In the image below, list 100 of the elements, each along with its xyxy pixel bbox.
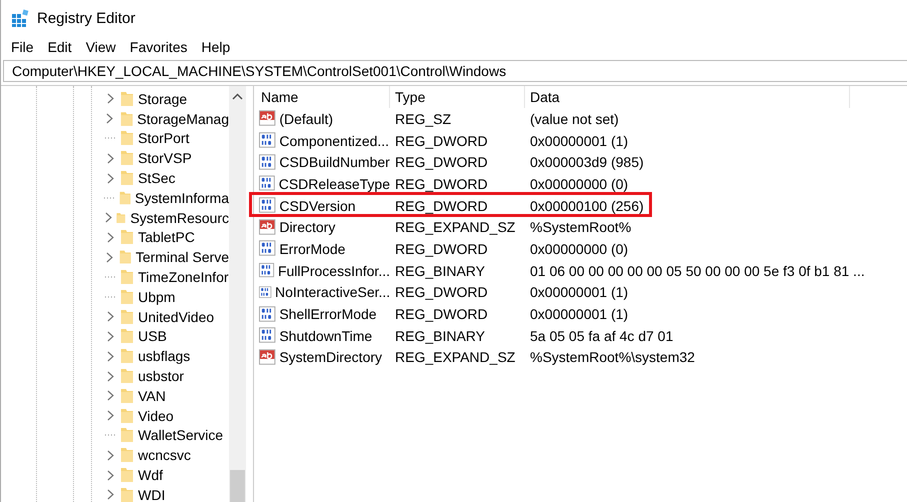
value-type: REG_DWORD xyxy=(394,198,489,214)
tree-item[interactable]: VAN xyxy=(138,388,166,404)
folder-icon xyxy=(120,170,134,186)
folder-icon xyxy=(120,408,134,424)
value-name[interactable]: CSDReleaseType xyxy=(278,176,390,192)
value-type: REG_SZ xyxy=(394,110,452,127)
chevron-icon[interactable] xyxy=(106,390,114,402)
scroll-thumb[interactable] xyxy=(230,470,245,502)
column-header[interactable]: Data xyxy=(525,86,850,108)
chevron-icon[interactable] xyxy=(106,93,114,104)
value-data: 0x00000000 (0) xyxy=(529,240,630,257)
text-value-icon xyxy=(259,348,276,366)
tree-line-icon xyxy=(105,137,115,140)
folder-icon xyxy=(120,388,134,404)
tree-item[interactable]: StorageManag xyxy=(137,110,229,127)
menu-item[interactable]: File xyxy=(11,39,34,55)
tree-item[interactable]: wcncsvc xyxy=(138,447,191,464)
value-name[interactable]: Componentized... xyxy=(278,132,390,149)
value-data: (value not set) xyxy=(529,110,620,127)
tree-item[interactable]: StSec xyxy=(138,170,176,186)
value-name[interactable]: CSDBuildNumber xyxy=(278,154,390,170)
tree-item[interactable]: WDI xyxy=(138,486,166,502)
value-type: REG_DWORD xyxy=(394,176,489,192)
value-data: %SystemRoot% xyxy=(529,219,632,236)
binary-value-icon xyxy=(259,262,275,280)
chevron-icon[interactable] xyxy=(106,450,114,461)
tree-item[interactable]: WalletService xyxy=(138,427,224,444)
chevron-icon[interactable] xyxy=(106,410,114,422)
value-name[interactable]: ShutdownTime xyxy=(278,328,390,344)
tree-item[interactable]: StorPort xyxy=(138,130,190,146)
scroll-up-icon[interactable] xyxy=(232,92,243,102)
chevron-icon[interactable] xyxy=(106,370,114,382)
folder-icon xyxy=(118,249,132,266)
value-name[interactable]: FullProcessInfor... xyxy=(276,262,390,279)
column-header[interactable]: Type xyxy=(390,86,525,108)
value-data: 5a 05 05 fa af 4c d7 01 xyxy=(529,328,674,344)
tree-line-icon xyxy=(104,196,114,199)
folder-icon xyxy=(120,467,134,484)
folder-icon xyxy=(120,269,134,286)
folder-icon xyxy=(120,130,134,146)
value-name[interactable]: Directory xyxy=(278,219,390,236)
tree-item[interactable]: usbstor xyxy=(138,368,184,384)
tree-item[interactable]: TabletPC xyxy=(138,229,195,246)
value-type: REG_EXPAND_SZ xyxy=(394,349,516,366)
text-value-icon xyxy=(259,218,276,236)
folder-icon xyxy=(120,368,134,384)
value-data: 0x00000001 (1) xyxy=(529,306,630,322)
value-name[interactable]: ErrorMode xyxy=(278,240,390,257)
window-title: Registry Editor xyxy=(37,10,136,26)
chevron-icon[interactable] xyxy=(106,152,114,164)
tree-item[interactable]: SystemInforma xyxy=(134,190,229,206)
value-type: REG_DWORD xyxy=(394,132,489,149)
value-type: REG_DWORD xyxy=(394,154,489,170)
tree-item[interactable]: SystemResourc xyxy=(130,210,229,226)
chevron-icon[interactable] xyxy=(106,311,114,322)
tree-item[interactable]: UnitedVideo xyxy=(138,308,214,325)
value-name[interactable]: NoInteractiveSer... xyxy=(274,284,390,300)
tree-item[interactable]: Terminal Serve xyxy=(136,249,229,266)
binary-value-icon xyxy=(259,132,276,150)
tree-line-icon xyxy=(105,434,115,436)
tree-item[interactable]: Video xyxy=(138,408,174,424)
chevron-icon[interactable] xyxy=(106,330,114,342)
value-name[interactable]: CSDVersion xyxy=(278,198,390,214)
value-type: REG_EXPAND_SZ xyxy=(394,219,516,236)
chevron-icon[interactable] xyxy=(106,252,113,263)
chevron-icon[interactable] xyxy=(106,489,114,500)
chevron-icon[interactable] xyxy=(106,350,114,362)
chevron-icon[interactable] xyxy=(106,232,114,243)
tree-item[interactable]: Storage xyxy=(138,90,188,107)
scrollbar[interactable] xyxy=(229,86,246,502)
tree-item[interactable]: StorVSP xyxy=(138,150,192,166)
folder-icon xyxy=(120,110,134,127)
tree-item[interactable]: USB xyxy=(138,328,167,344)
tree-item[interactable]: TimeZoneInfor xyxy=(138,269,229,286)
chevron-icon[interactable] xyxy=(104,212,112,224)
menu-item[interactable]: View xyxy=(86,39,116,55)
value-name[interactable]: SystemDirectory xyxy=(278,349,390,366)
menu-item[interactable]: Edit xyxy=(48,39,72,55)
tree-item[interactable]: Wdf xyxy=(138,467,163,484)
tree-item[interactable]: usbflags xyxy=(138,348,190,364)
folder-icon xyxy=(120,486,134,502)
text-value-icon xyxy=(259,110,276,128)
menu-item[interactable]: Favorites xyxy=(130,39,188,55)
folder-icon xyxy=(120,150,134,166)
value-name[interactable]: ShellErrorMode xyxy=(278,306,390,322)
folder-icon xyxy=(120,288,134,305)
value-type: REG_BINARY xyxy=(394,328,486,344)
chevron-icon[interactable] xyxy=(106,113,114,124)
column-header[interactable]: Name xyxy=(256,86,390,108)
chevron-icon[interactable] xyxy=(106,172,114,184)
address-field[interactable]: Computer\HKEY_LOCAL_MACHINE\SYSTEM\ControlSet001\Control\Windows xyxy=(3,60,907,82)
value-name[interactable]: (Default) xyxy=(278,110,390,127)
value-data: 0x00000001 (1) xyxy=(529,284,630,300)
value-type: REG_DWORD xyxy=(394,240,489,257)
menu-item[interactable]: Help xyxy=(201,39,230,55)
tree-item[interactable]: Ubpm xyxy=(138,288,176,305)
value-data: 0x00000100 (256) xyxy=(529,198,645,214)
binary-value-icon xyxy=(259,154,276,171)
chevron-icon[interactable] xyxy=(106,470,114,481)
binary-value-icon xyxy=(259,197,276,214)
